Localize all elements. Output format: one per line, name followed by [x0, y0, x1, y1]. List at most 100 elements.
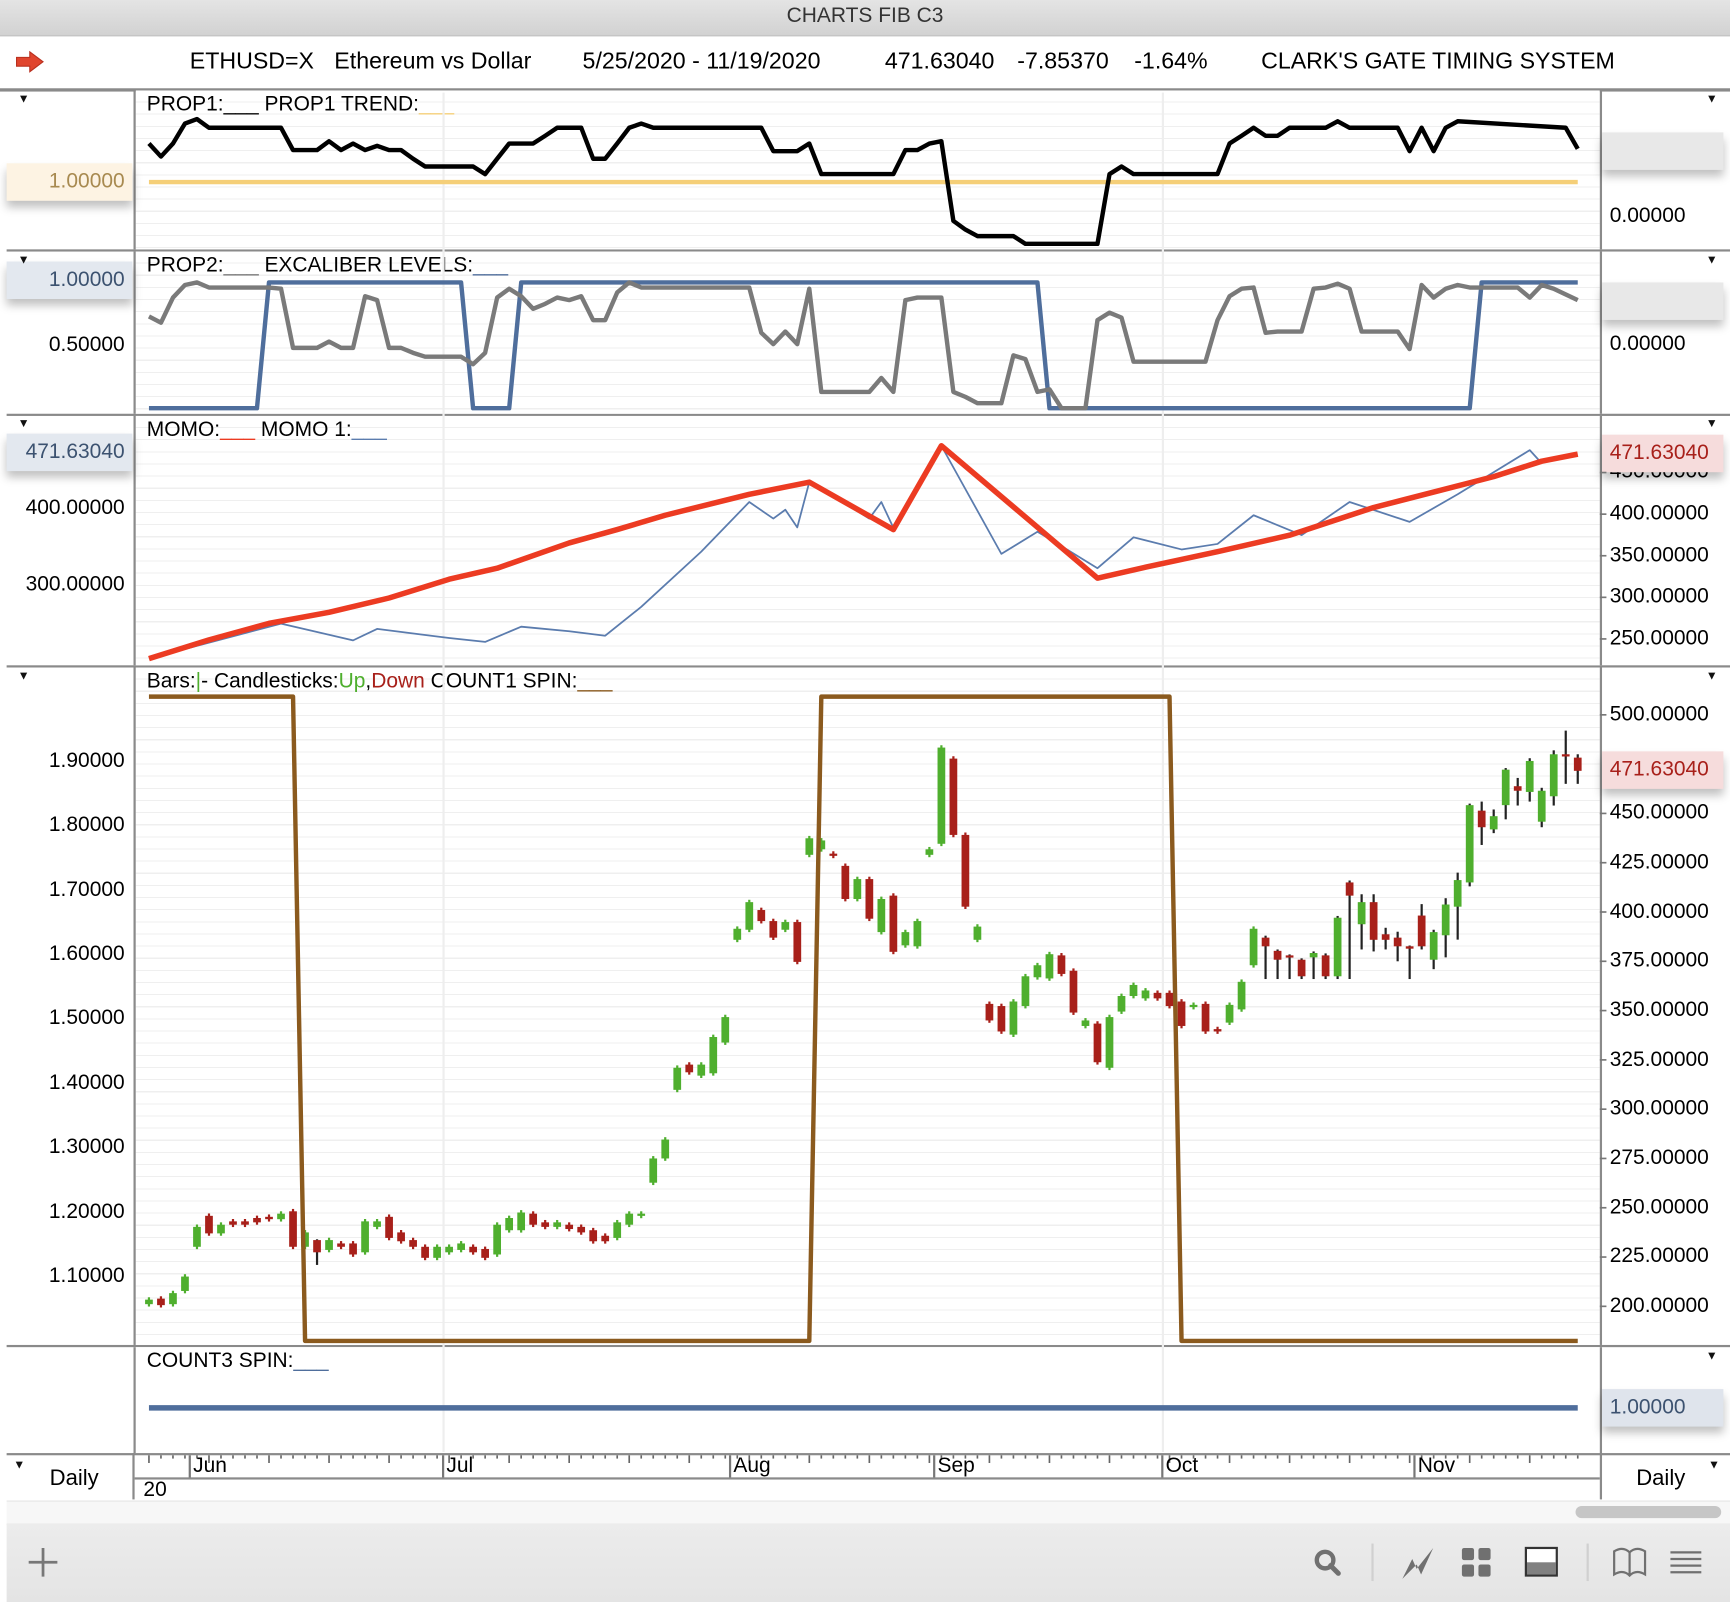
time-axis-left-border: [132, 1453, 135, 1500]
candle: [625, 1211, 634, 1228]
chart-overlay: [145, 92, 1607, 1479]
candle-body-down: [1093, 1023, 1102, 1063]
candle-body-up: [1225, 1004, 1234, 1023]
candle: [1177, 999, 1186, 1029]
candle: [385, 1214, 393, 1241]
candle-body-down: [1165, 992, 1174, 1007]
candle: [1285, 954, 1294, 980]
candle-body-down: [589, 1230, 598, 1242]
add-icon[interactable]: [24, 1544, 62, 1582]
candle: [1129, 982, 1138, 999]
candle-body-up: [1429, 932, 1438, 960]
count3-right-dropdown[interactable]: ▼: [1706, 1349, 1718, 1362]
candle: [757, 907, 766, 924]
candle-body-down: [1057, 955, 1066, 974]
month-label: Jul: [446, 1454, 474, 1478]
prop2-right-dropdown[interactable]: ▼: [1706, 254, 1718, 267]
month-label: Sep: [937, 1454, 975, 1478]
candle: [1561, 730, 1570, 784]
charts-window: CHARTS FIB C3 ETHUSD=X Ethereum vs Dolla…: [0, 0, 1730, 1602]
interval-right-dropdown[interactable]: ▼: [1708, 1459, 1720, 1472]
candle-body-up: [1549, 754, 1558, 797]
candle-body-up: [925, 849, 934, 855]
candle-body-down: [253, 1218, 261, 1223]
panel-layout-icon[interactable]: [1523, 1544, 1561, 1582]
candle: [1165, 990, 1174, 1009]
candle: [1117, 993, 1126, 1014]
candle: [673, 1065, 682, 1093]
candle-body-down: [1177, 1001, 1186, 1026]
candle: [889, 893, 898, 955]
candle-body-up: [1537, 790, 1546, 822]
momo-menu-dropdown[interactable]: ▼: [18, 417, 30, 430]
candle-body-down: [1369, 902, 1378, 940]
search-icon[interactable]: [1309, 1544, 1347, 1582]
horizontal-scrollbar[interactable]: [6, 1500, 1730, 1525]
grid-icon[interactable]: [1457, 1544, 1495, 1582]
candle: [1393, 931, 1402, 962]
candle-body-up: [169, 1293, 177, 1305]
candle: [769, 918, 778, 941]
candle-body-up: [1189, 1004, 1198, 1008]
chart-line-icon[interactable]: [1399, 1544, 1437, 1582]
candle: [805, 835, 814, 858]
candle-body-up: [733, 928, 742, 940]
candle-body-up: [433, 1246, 441, 1258]
time-axis-divider: [6, 1453, 1730, 1456]
candle: [829, 851, 838, 859]
price-right-dropdown[interactable]: ▼: [1706, 670, 1718, 683]
candle: [241, 1218, 249, 1228]
candle: [1321, 953, 1330, 980]
candle-body-down: [1405, 946, 1414, 949]
candle: [1573, 754, 1582, 784]
candle-body-up: [1021, 976, 1030, 1007]
interval-right[interactable]: Daily: [1636, 1466, 1685, 1491]
candle: [469, 1244, 477, 1255]
candle: [433, 1244, 441, 1261]
candle: [205, 1213, 213, 1236]
candle: [925, 846, 934, 858]
menu-icon[interactable]: [1667, 1544, 1705, 1582]
candle-body-down: [985, 1003, 994, 1021]
candle-body-up: [877, 898, 886, 933]
candle: [961, 832, 970, 910]
candle-body-down: [481, 1248, 489, 1258]
candle-body-down: [1201, 1003, 1210, 1032]
candle: [1033, 962, 1042, 980]
candle: [1465, 803, 1474, 887]
candle: [313, 1239, 321, 1265]
candle: [913, 918, 922, 949]
candle: [685, 1062, 694, 1075]
candle-body-up: [1033, 965, 1042, 978]
candle-body-up: [217, 1224, 225, 1234]
interval-left-dropdown[interactable]: ▼: [13, 1459, 25, 1472]
prop2-menu-dropdown[interactable]: ▼: [18, 254, 30, 267]
prop1-right-dropdown[interactable]: ▼: [1706, 93, 1718, 106]
candle-body-up: [193, 1226, 201, 1247]
prop1-menu-dropdown[interactable]: ▼: [18, 93, 30, 106]
scrollbar-thumb[interactable]: [1575, 1506, 1722, 1519]
price-menu-dropdown[interactable]: ▼: [18, 670, 30, 683]
candle-body-up: [937, 747, 946, 844]
candle: [505, 1215, 514, 1233]
candle: [1309, 951, 1318, 980]
candle: [781, 919, 790, 933]
candle-body-down: [241, 1221, 249, 1225]
candle: [1189, 1002, 1198, 1010]
candle: [1333, 915, 1342, 980]
momo-right-dropdown[interactable]: ▼: [1706, 417, 1718, 430]
book-icon[interactable]: [1611, 1544, 1649, 1582]
candle: [1477, 801, 1486, 845]
candle: [349, 1241, 357, 1257]
candle: [265, 1214, 273, 1222]
vertical-gridlines: [442, 92, 1165, 1452]
candle-body-down: [1273, 950, 1282, 960]
candle-body-up: [517, 1212, 526, 1231]
month-label: Aug: [733, 1454, 771, 1478]
candle: [445, 1244, 453, 1255]
candle-body-up: [1309, 953, 1318, 958]
candle: [1489, 809, 1498, 834]
interval-left[interactable]: Daily: [50, 1466, 99, 1491]
candle-body-down: [1321, 955, 1330, 977]
candle-body-up: [493, 1224, 502, 1255]
